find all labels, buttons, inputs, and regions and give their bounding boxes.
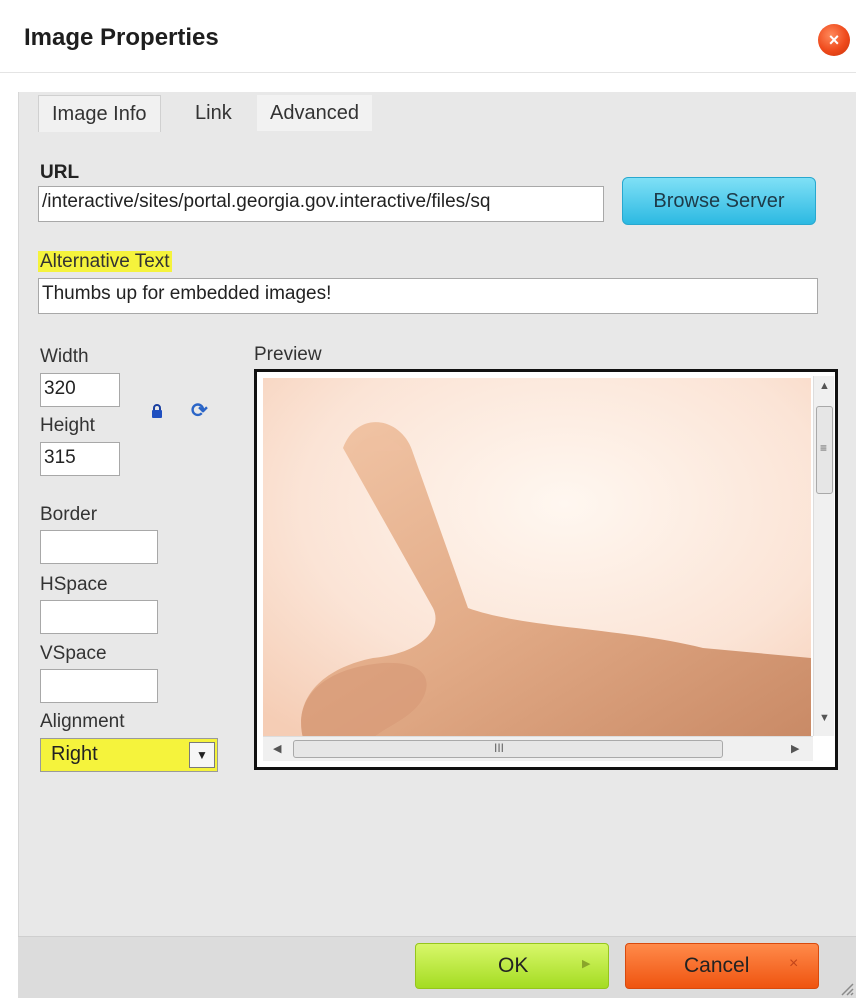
alt-text-label-wrap: Alternative Text [38, 251, 172, 273]
cancel-label: Cancel [684, 954, 750, 977]
ok-label: OK [498, 954, 529, 977]
ok-button[interactable]: OK ▶ [415, 943, 609, 989]
height-input[interactable]: 315 [40, 442, 120, 476]
vspace-input[interactable] [40, 669, 158, 703]
vertical-scroll-thumb[interactable]: ≡ [816, 406, 833, 494]
title-bar: Image Properties × [0, 0, 856, 73]
width-label: Width [40, 346, 89, 367]
scroll-left-icon[interactable]: ◀ [273, 742, 281, 755]
scroll-down-icon[interactable]: ▼ [819, 712, 830, 724]
scroll-grip-icon: ≡ [820, 441, 828, 455]
alt-text-label: Alternative Text [38, 251, 172, 272]
chevron-down-icon[interactable]: ▼ [189, 742, 215, 768]
reset-size-icon[interactable]: ⟳ [191, 401, 208, 421]
preview-image [263, 378, 811, 738]
horizontal-scroll-thumb[interactable]: III [293, 740, 723, 758]
hscroll-grip-icon: III [494, 741, 505, 755]
hspace-input[interactable] [40, 600, 158, 634]
url-input[interactable]: /interactive/sites/portal.georgia.gov.in… [38, 186, 604, 222]
border-label: Border [40, 504, 98, 525]
vspace-label: VSpace [40, 643, 107, 664]
tab-link[interactable]: Link [182, 95, 245, 131]
dialog-title: Image Properties [24, 24, 219, 51]
border-input[interactable] [40, 530, 158, 564]
lock-icon[interactable] [151, 404, 163, 418]
arrow-right-icon: ▶ [582, 958, 591, 970]
tab-image-info[interactable]: Image Info [38, 95, 161, 132]
preview-label: Preview [254, 344, 322, 365]
preview-horizontal-scrollbar[interactable]: ◀ III ▶ [263, 736, 813, 761]
preview-vertical-scrollbar[interactable]: ▲ ≡ ▼ [813, 376, 834, 736]
alignment-value: Right [51, 743, 98, 765]
resize-handle-icon[interactable] [838, 980, 854, 996]
close-icon[interactable]: × [818, 24, 850, 56]
height-label: Height [40, 415, 95, 436]
tab-advanced[interactable]: Advanced [257, 95, 372, 131]
preview-area: ▲ ≡ ▼ ◀ III ▶ [254, 369, 838, 770]
alignment-select[interactable]: Right ▼ [40, 738, 218, 772]
image-properties-dialog: Image Properties × Image Info Link Advan… [0, 0, 856, 998]
browse-server-button[interactable]: Browse Server [622, 177, 816, 225]
scroll-up-icon[interactable]: ▲ [819, 380, 830, 392]
url-label: URL [40, 162, 80, 183]
scroll-right-icon[interactable]: ▶ [791, 742, 799, 755]
alignment-label: Alignment [40, 711, 125, 732]
width-input[interactable]: 320 [40, 373, 120, 407]
cancel-button[interactable]: Cancel × [625, 943, 819, 989]
x-icon: × [789, 955, 799, 972]
alt-text-input[interactable]: Thumbs up for embedded images! [38, 278, 818, 314]
hspace-label: HSpace [40, 574, 108, 595]
